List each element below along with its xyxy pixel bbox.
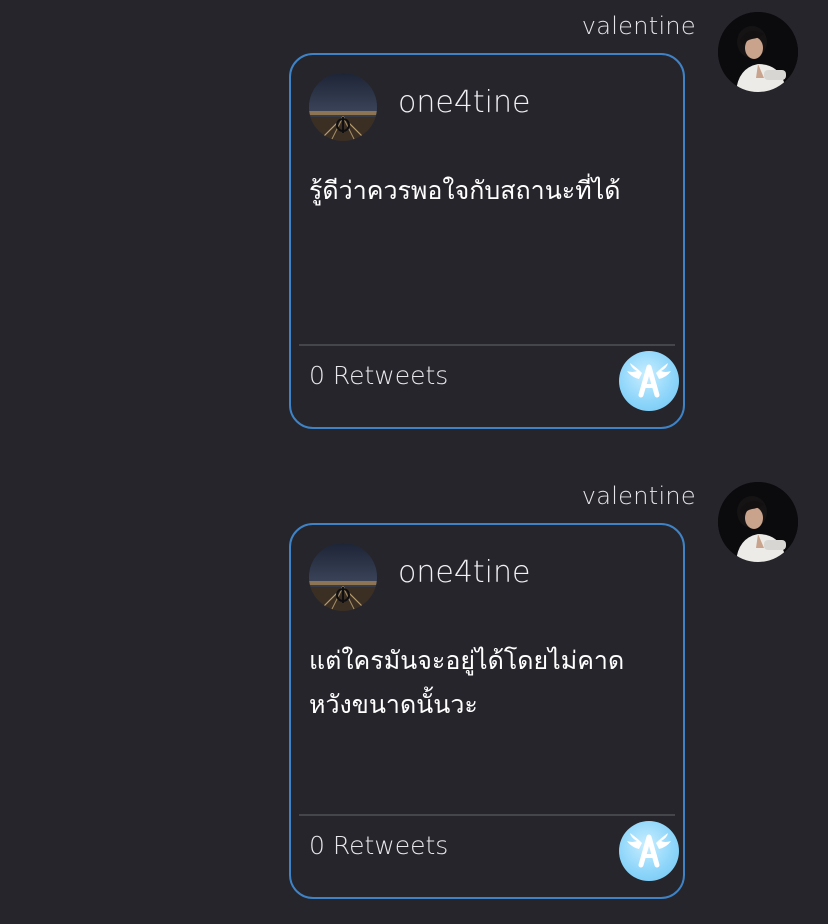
tweet-text: รู้ดีว่าควรพอใจกับสถานะที่ได้ <box>309 176 621 205</box>
sender-avatar[interactable] <box>718 12 798 92</box>
card-divider <box>299 344 675 346</box>
author-name: one4tine <box>398 85 531 120</box>
author-avatar <box>309 73 377 141</box>
retweet-count: 0 Retweets <box>309 831 449 860</box>
author-name: one4tine <box>398 555 531 590</box>
winged-a-app-icon[interactable] <box>619 821 679 881</box>
card-divider <box>299 814 675 816</box>
message-item: valentine <box>0 0 828 470</box>
chat-screen: valentine one4tine รู้ดีว่าควรพอใจกับสถา… <box>0 0 828 924</box>
tweet-text: แต่ใครมันจะอยู่ได้โดยไม่คาด หวังขนาดนั้น… <box>309 646 625 719</box>
winged-a-app-icon[interactable] <box>619 351 679 411</box>
sender-name: valentine <box>581 12 696 40</box>
tweet-card[interactable]: one4tine แต่ใครมันจะอยู่ได้โดยไม่คาด หวั… <box>289 523 685 899</box>
message-item: valentine <box>0 470 828 924</box>
sender-avatar[interactable] <box>718 482 798 562</box>
author-avatar <box>309 543 377 611</box>
sender-name: valentine <box>581 482 696 510</box>
tweet-card[interactable]: one4tine รู้ดีว่าควรพอใจกับสถานะที่ได้ 0… <box>289 53 685 429</box>
retweet-count: 0 Retweets <box>309 361 449 390</box>
